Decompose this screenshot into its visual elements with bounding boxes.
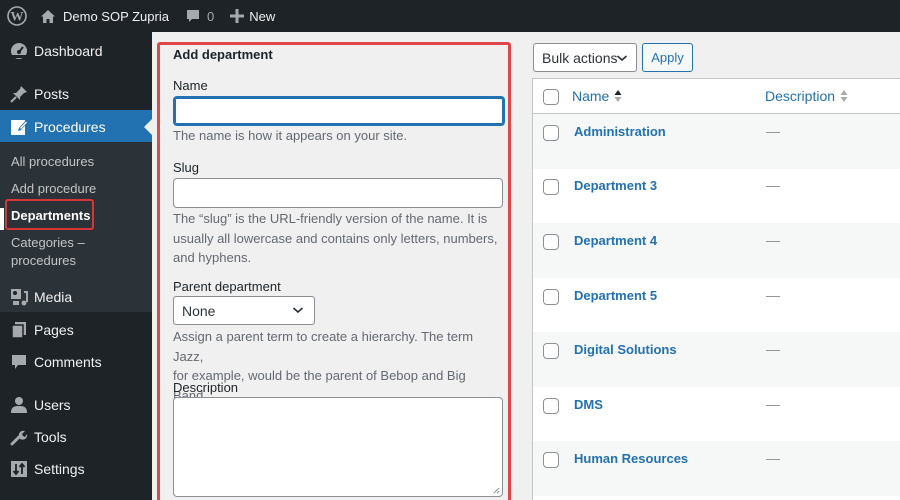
admin-bar: W Demo SOP Zupria 0 New bbox=[0, 0, 900, 32]
department-name-link[interactable]: Department 5 bbox=[574, 288, 657, 303]
row-checkbox[interactable] bbox=[543, 234, 559, 250]
departments-table: Name Description Administration — Depart… bbox=[532, 78, 900, 500]
department-name-link[interactable]: Administration bbox=[574, 124, 666, 139]
bulk-actions-select[interactable]: Bulk actions bbox=[533, 43, 637, 72]
form-title: Add department bbox=[173, 47, 273, 62]
department-description: — bbox=[766, 123, 780, 139]
department-name-link[interactable]: Human Resources bbox=[574, 451, 688, 466]
chevron-down-icon bbox=[292, 307, 304, 314]
row-checkbox[interactable] bbox=[543, 289, 559, 305]
table-row: Administration — bbox=[533, 114, 900, 169]
site-name-link[interactable]: Demo SOP Zupria bbox=[34, 0, 177, 32]
department-description: — bbox=[766, 177, 780, 193]
wordpress-logo-icon: W bbox=[7, 6, 27, 26]
department-name-link[interactable]: Department 3 bbox=[574, 178, 657, 193]
sort-ascending-icon bbox=[614, 89, 622, 103]
resize-grip-icon[interactable] bbox=[493, 487, 500, 494]
department-description: — bbox=[766, 450, 780, 466]
menu-item-settings[interactable]: Settings bbox=[0, 452, 152, 486]
table-row: Human Resources — bbox=[533, 441, 900, 496]
add-department-form: Add department Name The name is how it a… bbox=[157, 42, 511, 500]
column-header-name[interactable]: Name bbox=[572, 88, 622, 104]
wordpress-logo-button[interactable]: W bbox=[0, 0, 34, 32]
row-checkbox[interactable] bbox=[543, 452, 559, 468]
menu-item-tools[interactable]: Tools bbox=[0, 420, 152, 454]
submenu-add-procedure[interactable]: Add procedure bbox=[11, 180, 96, 198]
column-header-description[interactable]: Description bbox=[765, 88, 848, 104]
name-input[interactable] bbox=[173, 96, 505, 126]
comments-count: 0 bbox=[206, 8, 215, 24]
department-description: — bbox=[766, 287, 780, 303]
plus-icon bbox=[230, 9, 245, 23]
description-textarea[interactable] bbox=[173, 397, 503, 497]
slug-help-text: The “slug” is the URL-friendly version o… bbox=[173, 211, 498, 265]
department-name-link[interactable]: Digital Solutions bbox=[574, 342, 677, 357]
apply-button[interactable]: Apply bbox=[642, 43, 693, 72]
menu-item-media[interactable]: Media bbox=[0, 280, 152, 314]
table-row: DMS — bbox=[533, 387, 900, 442]
wrench-icon bbox=[0, 428, 36, 446]
new-content-button[interactable]: New bbox=[222, 0, 283, 32]
department-name-link[interactable]: DMS bbox=[574, 397, 603, 412]
description-label: Description bbox=[173, 380, 239, 395]
comments-link[interactable]: 0 bbox=[177, 0, 222, 32]
settings-icon bbox=[0, 460, 36, 478]
department-description: — bbox=[766, 396, 780, 412]
menu-item-procedures[interactable]: Procedures bbox=[0, 110, 152, 144]
slug-label: Slug bbox=[173, 160, 200, 175]
current-item-indicator bbox=[0, 208, 4, 230]
pin-icon bbox=[0, 85, 36, 103]
table-row: Digital Solutions — bbox=[533, 332, 900, 387]
table-row: Department 4 — bbox=[533, 223, 900, 278]
menu-item-users[interactable]: Users bbox=[0, 388, 152, 422]
dashboard-icon bbox=[0, 42, 36, 60]
name-help-text: The name is how it appears on your site. bbox=[173, 128, 408, 143]
row-checkbox[interactable] bbox=[543, 179, 559, 195]
media-icon bbox=[0, 288, 36, 306]
submenu-all-procedures[interactable]: All procedures bbox=[11, 153, 94, 171]
sort-icon bbox=[840, 89, 848, 103]
user-icon bbox=[0, 396, 36, 414]
table-row: Department 5 — bbox=[533, 278, 900, 333]
pages-icon bbox=[0, 321, 36, 339]
menu-item-comments[interactable]: Comments bbox=[0, 345, 152, 379]
parent-department-label: Parent department bbox=[173, 279, 281, 294]
menu-item-posts[interactable]: Posts bbox=[0, 77, 152, 111]
submenu-categories-procedures[interactable]: Categories – procedures bbox=[11, 234, 85, 270]
slug-input[interactable] bbox=[173, 178, 503, 208]
comment-icon bbox=[0, 353, 36, 371]
active-menu-arrow bbox=[144, 119, 152, 135]
new-label: New bbox=[249, 8, 276, 24]
menu-item-pages[interactable]: Pages bbox=[0, 313, 152, 347]
department-description: — bbox=[766, 232, 780, 248]
departments-highlight-box bbox=[5, 199, 94, 230]
home-icon bbox=[41, 9, 55, 23]
chevron-down-icon bbox=[616, 55, 628, 62]
department-name-link[interactable]: Department 4 bbox=[574, 233, 657, 248]
row-checkbox[interactable] bbox=[543, 343, 559, 359]
admin-sidebar: Dashboard Posts Procedures All procedure… bbox=[0, 32, 152, 500]
select-all-checkbox[interactable] bbox=[543, 89, 559, 105]
table-row: Department 3 — bbox=[533, 168, 900, 223]
svg-text:W: W bbox=[11, 9, 24, 24]
parent-department-select[interactable]: None bbox=[173, 296, 315, 325]
department-description: — bbox=[766, 341, 780, 357]
site-name: Demo SOP Zupria bbox=[63, 8, 169, 24]
row-checkbox[interactable] bbox=[543, 125, 559, 141]
edit-page-icon bbox=[0, 118, 36, 136]
name-label: Name bbox=[173, 78, 208, 93]
table-header: Name Description bbox=[533, 79, 900, 114]
comment-bubble-icon bbox=[186, 10, 199, 22]
menu-item-dashboard[interactable]: Dashboard bbox=[0, 34, 152, 68]
row-checkbox[interactable] bbox=[543, 398, 559, 414]
